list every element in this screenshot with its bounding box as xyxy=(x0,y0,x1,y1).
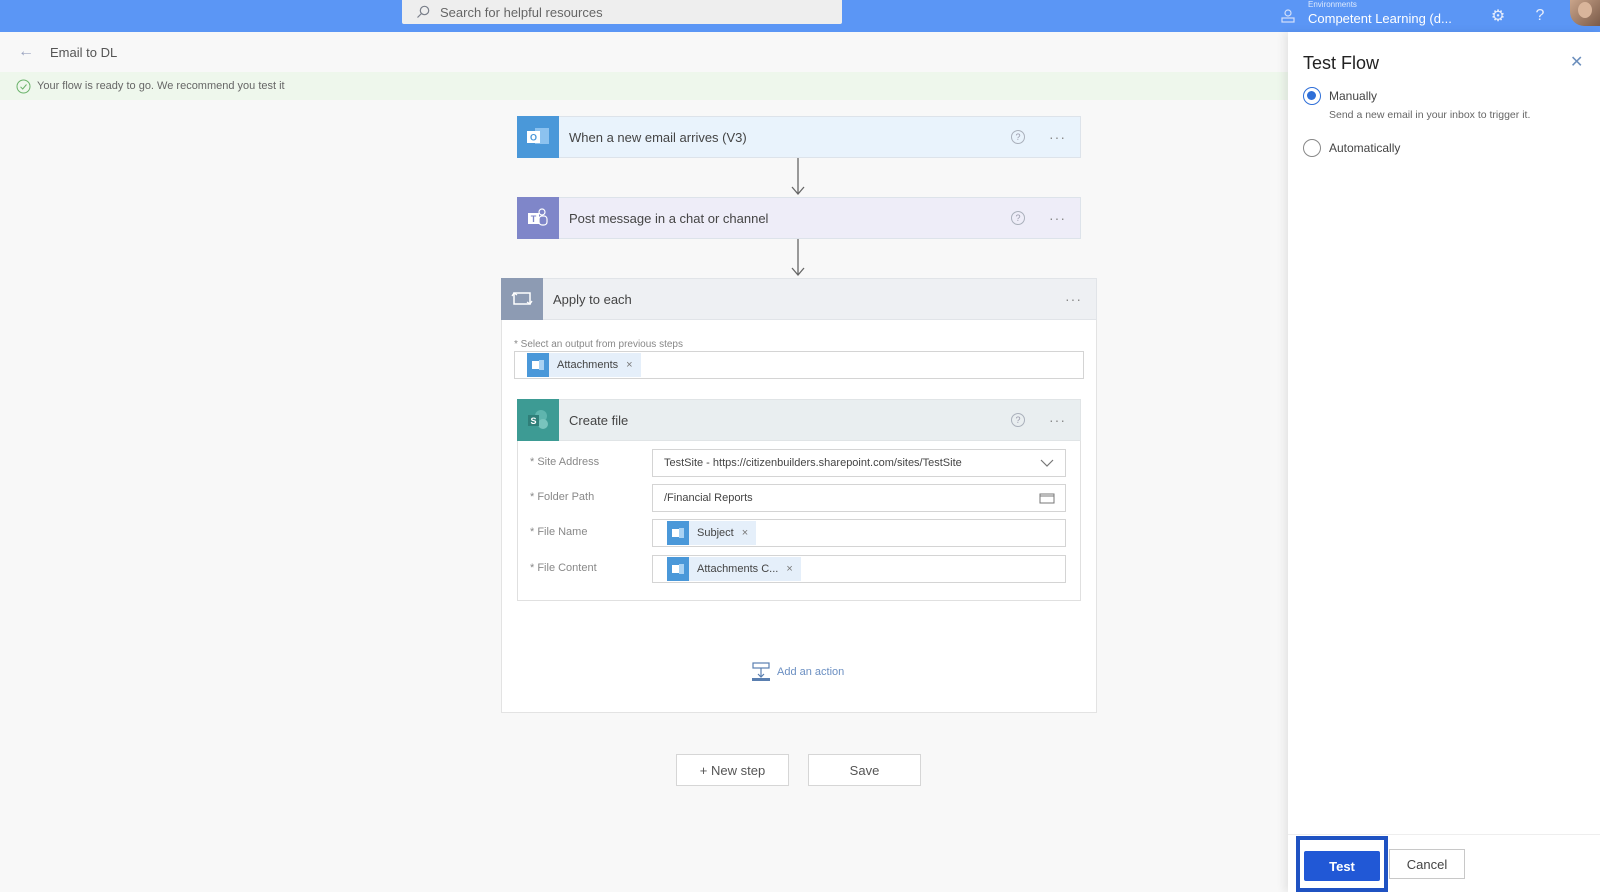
outlook-icon xyxy=(667,557,689,581)
folder-path-value: /Financial Reports xyxy=(664,492,753,504)
flow-title: Email to DL xyxy=(50,44,118,60)
avatar[interactable] xyxy=(1570,0,1600,26)
check-circle-icon xyxy=(16,79,31,93)
new-step-button[interactable]: + New step xyxy=(676,754,789,786)
remove-token-icon[interactable]: × xyxy=(626,359,632,371)
radio-manually[interactable] xyxy=(1303,87,1321,105)
step-create-file[interactable]: S Create file ? ··· xyxy=(517,399,1081,441)
search-icon xyxy=(417,5,430,18)
token-subject[interactable]: Subject × xyxy=(667,521,757,545)
add-action-icon xyxy=(752,662,770,681)
banner-text: Your flow is ready to go. We recommend y… xyxy=(37,80,285,92)
token-label: Subject xyxy=(697,527,734,539)
top-bar: Search for helpful resources Environment… xyxy=(0,0,1600,32)
file-content-label: * File Content xyxy=(530,562,597,574)
token-label: Attachments C... xyxy=(697,563,779,575)
token-attachments-content[interactable]: Attachments C... × xyxy=(667,557,801,581)
cancel-button[interactable]: Cancel xyxy=(1389,849,1465,879)
site-address-label: * Site Address xyxy=(530,456,600,468)
flow-header: ← Email to DL xyxy=(0,32,1288,72)
folder-path-label: * Folder Path xyxy=(530,491,595,503)
remove-token-icon[interactable]: × xyxy=(786,563,792,575)
test-flow-panel: Test Flow ✕ Manually Send a new email in… xyxy=(1288,32,1600,892)
search-placeholder: Search for helpful resources xyxy=(440,4,603,20)
step-apply-to-each-label: Apply to each xyxy=(553,291,632,307)
environment-icon xyxy=(1281,9,1295,23)
svg-text:S: S xyxy=(530,416,536,426)
back-arrow-icon[interactable]: ← xyxy=(18,43,34,61)
more-options-icon[interactable]: ··· xyxy=(1065,291,1082,307)
help-circle-icon[interactable]: ? xyxy=(1011,413,1025,427)
more-options-icon[interactable]: ··· xyxy=(1049,129,1066,145)
add-action-label: Add an action xyxy=(777,666,845,678)
add-action-button[interactable]: Add an action xyxy=(751,662,844,682)
token-label: Attachments xyxy=(557,359,619,371)
radio-automatically[interactable] xyxy=(1303,139,1321,157)
step-trigger-label: When a new email arrives (V3) xyxy=(569,129,747,145)
file-name-label: * File Name xyxy=(530,526,588,538)
save-button[interactable]: Save xyxy=(808,754,921,786)
radio-manually-description: Send a new email in your inbox to trigge… xyxy=(1329,109,1531,121)
ready-banner: Your flow is ready to go. We recommend y… xyxy=(0,72,1288,100)
test-button[interactable]: Test xyxy=(1304,851,1380,881)
panel-footer-divider xyxy=(1288,834,1600,835)
environment-name: Competent Learning (d... xyxy=(1308,11,1452,26)
site-address-dropdown[interactable]: TestSite - https://citizenbuilders.share… xyxy=(652,449,1066,477)
folder-icon[interactable] xyxy=(1039,492,1055,504)
step-apply-to-each[interactable]: Apply to each ··· xyxy=(501,278,1097,320)
more-options-icon[interactable]: ··· xyxy=(1049,412,1066,428)
environment-selector[interactable]: Environments Competent Learning (d... xyxy=(1280,0,1452,32)
radio-automatically-label: Automatically xyxy=(1329,141,1401,155)
step-teams-label: Post message in a chat or channel xyxy=(569,210,769,226)
loop-icon xyxy=(501,278,543,320)
step-create-file-label: Create file xyxy=(569,412,629,428)
connector-arrow xyxy=(791,239,805,276)
radio-manually-label: Manually xyxy=(1329,89,1378,103)
help-circle-icon[interactable]: ? xyxy=(1011,130,1025,144)
select-output-label: * Select an output from previous steps xyxy=(514,339,683,350)
search-input[interactable]: Search for helpful resources xyxy=(402,0,842,24)
close-icon[interactable]: ✕ xyxy=(1570,52,1583,72)
svg-text:O: O xyxy=(530,133,537,143)
settings-icon[interactable]: ⚙ xyxy=(1486,0,1510,32)
folder-path-input[interactable]: /Financial Reports xyxy=(652,484,1066,512)
help-circle-icon[interactable]: ? xyxy=(1011,211,1025,225)
select-output-field[interactable]: Attachments × xyxy=(514,351,1084,379)
connector-arrow xyxy=(791,158,805,195)
panel-title: Test Flow xyxy=(1303,53,1380,73)
environment-label: Environments xyxy=(1308,0,1357,9)
sharepoint-icon: S xyxy=(517,399,559,441)
token-attachments[interactable]: Attachments × xyxy=(527,353,641,377)
teams-icon: T xyxy=(517,197,559,239)
file-name-input[interactable]: Subject × xyxy=(652,519,1066,547)
outlook-icon xyxy=(667,521,689,545)
help-icon[interactable]: ? xyxy=(1530,0,1550,32)
remove-token-icon[interactable]: × xyxy=(742,527,748,539)
outlook-icon: O xyxy=(517,116,559,158)
chevron-down-icon xyxy=(1040,459,1054,467)
svg-text:T: T xyxy=(531,214,537,224)
more-options-icon[interactable]: ··· xyxy=(1049,210,1066,226)
outlook-icon xyxy=(527,353,549,377)
step-trigger[interactable]: O When a new email arrives (V3) ? ··· xyxy=(517,116,1081,158)
site-address-value: TestSite - https://citizenbuilders.share… xyxy=(664,457,962,469)
file-content-input[interactable]: Attachments C... × xyxy=(652,555,1066,583)
step-teams[interactable]: T Post message in a chat or channel ? ··… xyxy=(517,197,1081,239)
